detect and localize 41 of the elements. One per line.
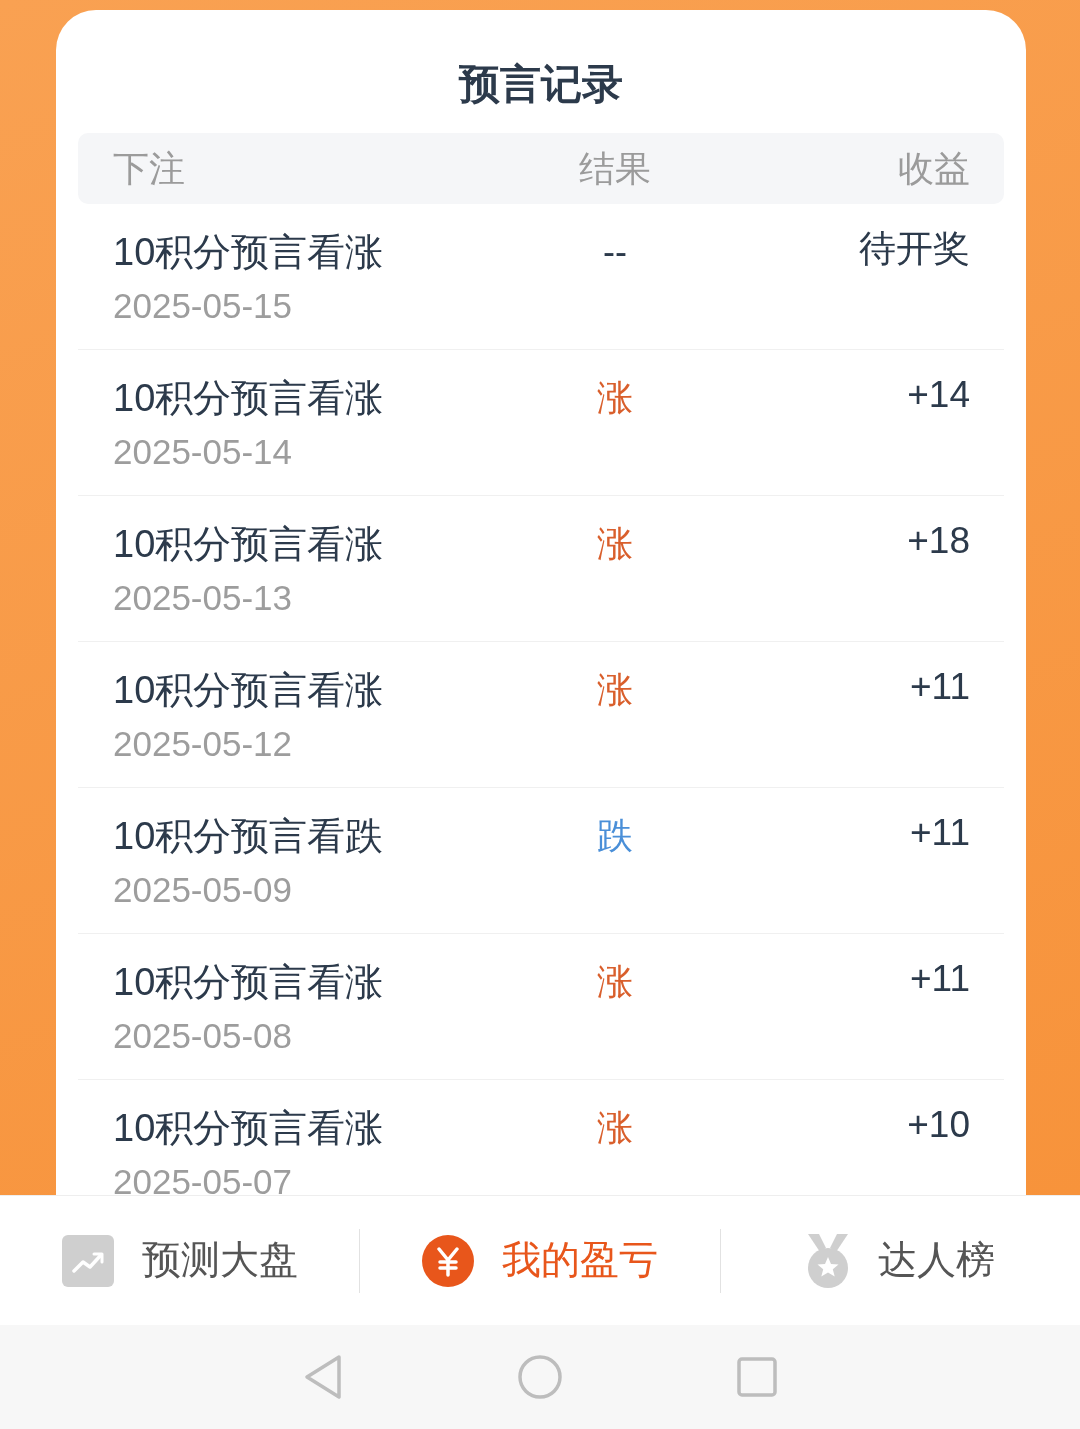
profit-text: +11 bbox=[909, 811, 970, 855]
page-title: 预言记录 bbox=[459, 59, 623, 109]
yen-coin-icon bbox=[422, 1234, 474, 1287]
column-header: 下注 bbox=[113, 146, 185, 191]
result-text: 涨 bbox=[597, 522, 633, 566]
column-header: 结果 bbox=[579, 146, 651, 191]
bet-text: 10积分预言看涨 bbox=[113, 1106, 384, 1151]
result-text: 涨 bbox=[597, 1106, 633, 1150]
bet-text: 10积分预言看涨 bbox=[113, 522, 384, 567]
result-text: 涨 bbox=[597, 960, 633, 1004]
bet-text: 10积分预言看涨 bbox=[113, 376, 384, 421]
profit-text: 待开奖 bbox=[859, 227, 970, 271]
date-text: 2025-05-13 bbox=[113, 576, 293, 619]
date-text: 2025-05-15 bbox=[113, 284, 293, 327]
bet-text: 10积分预言看涨 bbox=[113, 960, 384, 1005]
profit-text: +18 bbox=[907, 519, 970, 563]
date-text: 2025-05-07 bbox=[113, 1160, 293, 1195]
tab[interactable]: 预测大盘 bbox=[0, 1196, 360, 1325]
date-text: 2025-05-08 bbox=[113, 1014, 293, 1057]
bet-text: 10积分预言看涨 bbox=[113, 230, 384, 275]
profit-text: +14 bbox=[907, 373, 970, 417]
result-text: 涨 bbox=[597, 376, 633, 420]
bet-text: 10积分预言看涨 bbox=[113, 668, 384, 713]
tab[interactable]: 我的盈亏 bbox=[360, 1196, 720, 1325]
profit-text: +11 bbox=[909, 957, 970, 1001]
date-text: 2025-05-09 bbox=[113, 868, 293, 911]
back-icon[interactable] bbox=[303, 1354, 343, 1400]
trend-chart-icon bbox=[61, 1234, 114, 1287]
tab[interactable]: 达人榜 bbox=[720, 1196, 1080, 1325]
date-text: 2025-05-14 bbox=[113, 430, 293, 473]
home-icon[interactable] bbox=[518, 1355, 562, 1399]
result-text: 跌 bbox=[597, 814, 633, 858]
column-header: 收益 bbox=[898, 146, 970, 191]
profit-text: +10 bbox=[907, 1103, 970, 1147]
recents-icon[interactable] bbox=[737, 1357, 777, 1397]
bet-text: 10积分预言看跌 bbox=[113, 814, 384, 859]
profit-text: +11 bbox=[909, 665, 970, 709]
medal-icon bbox=[805, 1233, 850, 1288]
result-text: 涨 bbox=[597, 668, 633, 712]
date-text: 2025-05-12 bbox=[113, 722, 293, 765]
result-text: -- bbox=[603, 230, 627, 274]
